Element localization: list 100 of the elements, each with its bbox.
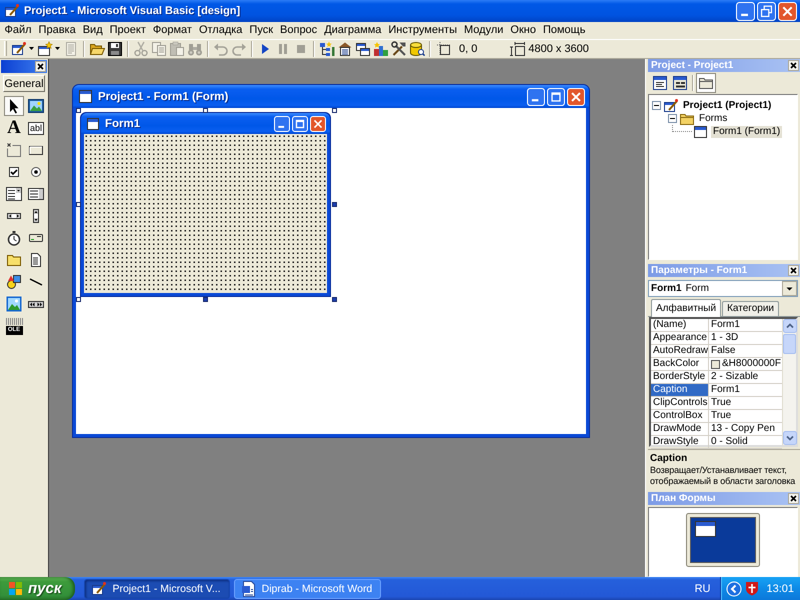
tab[interactable]: Категории — [722, 301, 779, 316]
tree-item[interactable]: Forms — [697, 112, 730, 124]
menu-item[interactable]: Формат — [149, 23, 196, 38]
property-value[interactable]: False — [711, 345, 736, 357]
shapes-icon[interactable] — [6, 274, 22, 290]
menu-item[interactable]: Вид — [79, 23, 106, 38]
toolbox-tab[interactable]: General — [3, 75, 45, 92]
property-name[interactable]: DrawMode — [651, 423, 709, 435]
property-name[interactable]: AutoRedraw — [651, 345, 709, 357]
collapse-icon[interactable] — [652, 101, 661, 110]
frame-icon[interactable] — [6, 142, 22, 158]
resize-handle[interactable] — [203, 297, 208, 302]
code-window-icon[interactable] — [652, 75, 668, 91]
minimize-icon[interactable] — [527, 88, 545, 106]
property-name[interactable]: (Name) — [651, 319, 709, 331]
minimize-icon[interactable] — [736, 2, 755, 20]
property-name[interactable]: ClipControls — [651, 397, 709, 409]
property-name[interactable]: Appearance — [651, 332, 709, 344]
close-icon[interactable] — [788, 493, 799, 504]
tree-item[interactable]: Form1 (Form1) — [711, 126, 782, 138]
label-tool[interactable]: A — [6, 119, 22, 137]
color-blocks-icon[interactable] — [373, 40, 389, 56]
close-icon[interactable] — [788, 265, 799, 276]
property-name[interactable]: BorderStyle — [651, 371, 709, 383]
property-value[interactable]: &H8000000F — [722, 358, 781, 370]
property-value[interactable]: 2 - Sizable — [711, 371, 758, 383]
menu-item[interactable]: Окно — [506, 23, 540, 38]
scroll-thumb[interactable] — [783, 334, 796, 354]
property-name[interactable]: Caption — [651, 384, 709, 396]
folder-icon[interactable] — [6, 252, 22, 268]
caret-icon[interactable] — [29, 47, 34, 50]
form-window[interactable]: Form1 — [80, 112, 331, 297]
database-icon[interactable] — [409, 40, 425, 56]
restore-icon[interactable] — [757, 2, 776, 20]
list-box-icon[interactable] — [28, 186, 44, 202]
form-window-icon[interactable] — [672, 75, 688, 91]
textbox-tool[interactable]: abl — [28, 122, 44, 134]
scroll-up-icon[interactable] — [783, 319, 797, 333]
tab[interactable]: Алфавитный — [651, 299, 722, 317]
scroll-down-icon[interactable] — [783, 431, 797, 445]
menu-item[interactable]: Инструменты — [384, 23, 460, 38]
pen-window-icon[interactable] — [11, 40, 27, 56]
selection-handle[interactable] — [203, 108, 208, 113]
selection-handle[interactable] — [76, 202, 81, 207]
caret-icon[interactable] — [55, 47, 60, 50]
stacked-windows-icon[interactable] — [355, 40, 371, 56]
menu-item[interactable]: Пуск — [246, 23, 277, 38]
resize-handle[interactable] — [332, 297, 337, 302]
object-dropdown[interactable]: Form1 Form — [648, 280, 798, 297]
language-indicator[interactable]: RU — [694, 582, 710, 594]
property-name[interactable]: DrawStyle — [651, 436, 709, 448]
selection-handle[interactable] — [76, 108, 81, 113]
stopwatch-icon[interactable] — [6, 230, 22, 246]
combo-box-icon[interactable] — [6, 186, 22, 202]
picture-frame-icon[interactable] — [28, 98, 44, 114]
tree-item[interactable]: Project1 (Project1) — [681, 100, 774, 112]
property-value[interactable]: True — [711, 397, 732, 409]
property-value[interactable]: True — [711, 410, 732, 422]
window-title: Form1 — [105, 118, 142, 130]
tree-window-icon[interactable] — [319, 40, 335, 56]
property-value[interactable]: 0 - Solid — [711, 436, 748, 448]
menu-item[interactable]: Файл — [1, 23, 36, 38]
checkbox-icon[interactable] — [6, 164, 22, 180]
collapse-icon[interactable] — [668, 114, 677, 123]
scrollbar[interactable] — [782, 319, 796, 445]
document-icon[interactable] — [28, 252, 44, 268]
taskbar-button[interactable]: Project1 - Microsoft V... — [84, 578, 230, 598]
minimize-icon[interactable] — [274, 116, 290, 132]
menu-item[interactable]: Помощь — [539, 23, 589, 38]
property-value[interactable]: Form1 — [711, 384, 740, 396]
folder-icon[interactable] — [696, 73, 716, 93]
property-name[interactable]: ControlBox — [651, 410, 709, 422]
menu-item[interactable]: Проект — [106, 23, 150, 38]
maximize-icon[interactable] — [547, 88, 565, 106]
menu-item[interactable]: Диаграмма — [320, 23, 385, 38]
property-value[interactable]: 13 - Copy Pen — [711, 423, 775, 435]
selection-handle[interactable] — [332, 108, 337, 113]
property-sheet-icon[interactable] — [337, 40, 353, 56]
taskbar-button[interactable]: Diprab - Microsoft Word — [234, 578, 382, 598]
window-star-icon[interactable] — [37, 40, 53, 56]
chevron-left-icon[interactable] — [726, 580, 742, 596]
image-icon[interactable] — [6, 296, 22, 312]
hammer-wrench-icon[interactable] — [391, 40, 407, 56]
grip-handle[interactable] — [4, 41, 7, 56]
resize-handle[interactable] — [332, 202, 337, 207]
close-icon[interactable] — [788, 60, 799, 71]
property-value[interactable]: 1 - 3D — [711, 332, 738, 344]
start-button[interactable]: пуск — [0, 577, 76, 600]
property-value[interactable]: Form1 — [711, 319, 740, 331]
menu-item[interactable]: Вопрос — [276, 23, 321, 38]
arrow-pointer-icon[interactable] — [4, 96, 24, 116]
selection-handle[interactable] — [76, 297, 81, 302]
shield-icon[interactable] — [745, 581, 760, 596]
property-name[interactable]: BackColor — [651, 358, 709, 370]
menu-item[interactable]: Правка — [35, 23, 80, 38]
menu-item[interactable]: Отладка — [195, 23, 246, 38]
radio-button-icon[interactable] — [28, 164, 44, 180]
menu-item[interactable]: Модули — [460, 23, 507, 38]
close-icon[interactable] — [35, 61, 46, 72]
maximize-icon[interactable] — [292, 116, 308, 132]
